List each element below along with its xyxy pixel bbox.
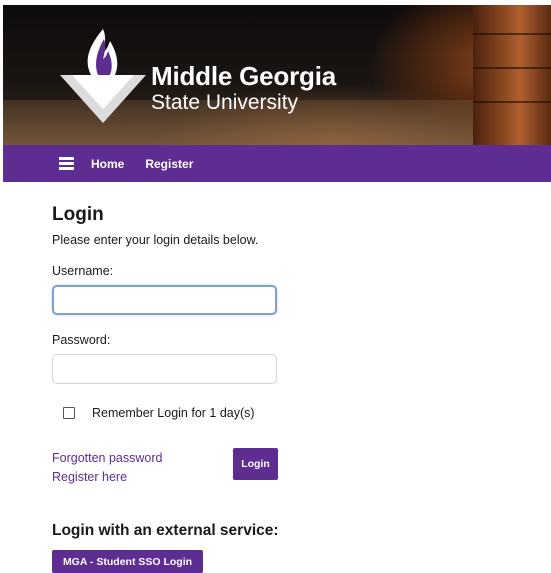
username-input[interactable] — [52, 285, 277, 315]
login-instructions: Please enter your login details below. — [52, 233, 259, 247]
hamburger-menu-icon[interactable] — [59, 157, 74, 170]
forgotten-password-link[interactable]: Forgotten password — [52, 451, 162, 465]
external-login-heading: Login with an external service: — [52, 522, 279, 539]
login-button[interactable]: Login — [233, 448, 278, 480]
password-input[interactable] — [52, 354, 277, 384]
top-navbar: Home Register — [3, 145, 551, 182]
remember-login-checkbox[interactable] — [63, 407, 75, 419]
header-banner: Middle Georgia State University — [3, 5, 551, 145]
student-sso-login-button[interactable]: MGA - Student SSO Login — [52, 550, 203, 573]
nav-register-link[interactable]: Register — [145, 157, 193, 171]
banner-background-pillar — [473, 5, 551, 145]
page-title: Login — [52, 204, 104, 225]
university-name: Middle Georgia State University — [151, 63, 336, 113]
university-name-line2: State University — [151, 91, 299, 114]
mga-logo-icon — [60, 29, 146, 123]
username-label: Username: — [52, 264, 114, 278]
nav-home-link[interactable]: Home — [91, 157, 124, 171]
password-label: Password: — [52, 333, 111, 347]
remember-login-label: Remember Login for 1 day(s) — [92, 406, 255, 420]
university-name-line1: Middle Georgia — [151, 61, 337, 91]
remember-login-row: Remember Login for 1 day(s) — [63, 406, 255, 420]
register-here-link[interactable]: Register here — [52, 470, 127, 484]
